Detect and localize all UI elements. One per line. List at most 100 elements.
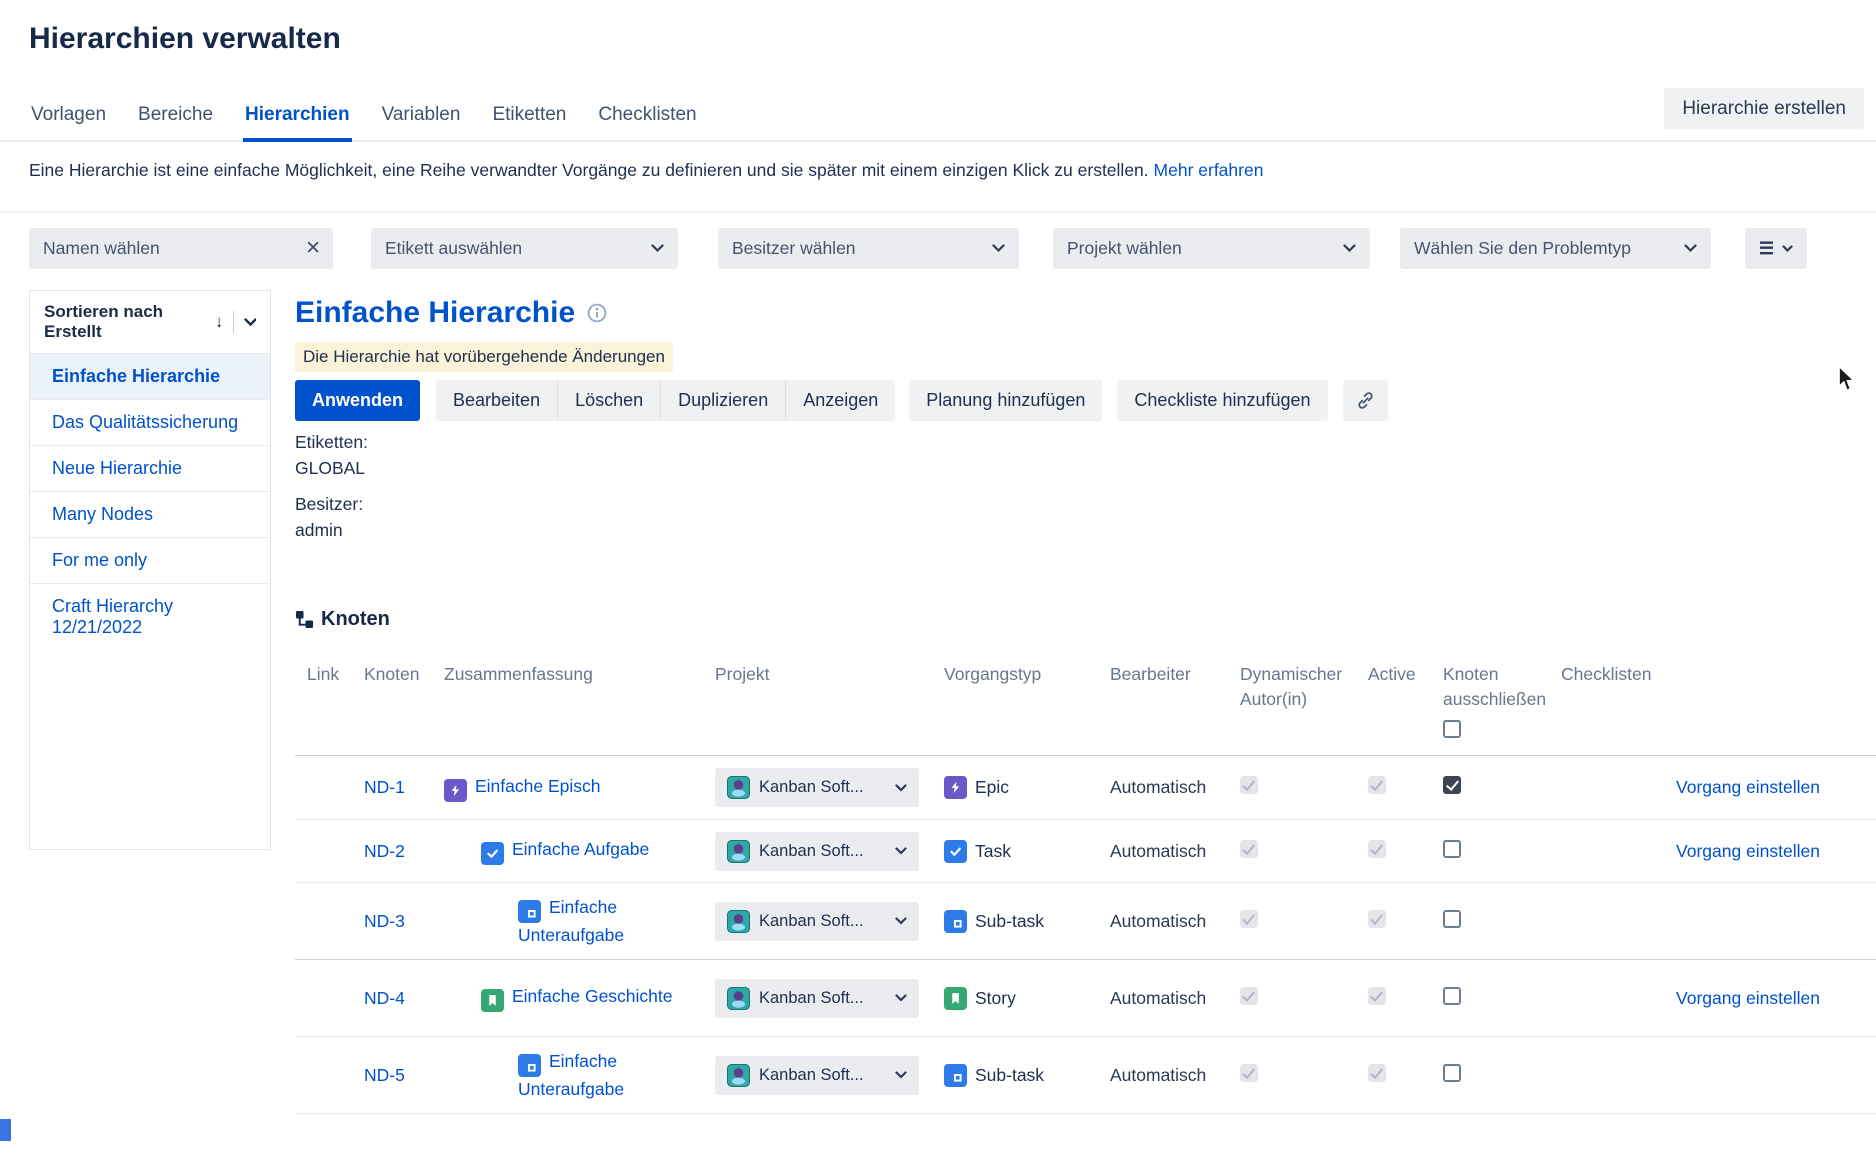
summary-link[interactable]: Einfache Aufgabe xyxy=(512,839,649,859)
chevron-down-icon xyxy=(1343,244,1356,253)
assignee-cell: Automatisch xyxy=(1110,1065,1240,1086)
subtask-icon xyxy=(523,905,536,918)
exclude-node-checkbox[interactable] xyxy=(1443,1064,1461,1082)
tab-bereiche[interactable]: Bereiche xyxy=(136,100,215,140)
subtask-icon xyxy=(523,1059,536,1072)
create-hierarchy-button[interactable]: Hierarchie erstellen xyxy=(1664,88,1864,129)
tab-checklisten[interactable]: Checklisten xyxy=(596,100,698,140)
tab-hierarchien[interactable]: Hierarchien xyxy=(243,100,352,140)
project-select[interactable]: Kanban Soft... xyxy=(715,902,919,941)
column-project: Projekt xyxy=(715,662,944,687)
info-icon[interactable] xyxy=(587,303,607,323)
summary-link[interactable]: Einfache Geschichte xyxy=(512,986,673,1006)
edit-button-group: Bearbeiten Löschen Duplizieren Anzeigen xyxy=(436,380,895,421)
sidebar-item-einfache-hierarchie[interactable]: Einfache Hierarchie xyxy=(30,353,270,399)
issuetype-filter-select[interactable]: Wählen Sie den Problemtyp xyxy=(1400,228,1711,269)
dynamic-author-checkbox xyxy=(1240,776,1258,794)
chevron-down-icon[interactable] xyxy=(244,318,256,327)
chevron-down-icon xyxy=(1684,244,1697,253)
node-key-link[interactable]: ND-3 xyxy=(364,911,405,931)
show-button[interactable]: Anzeigen xyxy=(785,380,895,421)
action-toolbar: Anwenden Bearbeiten Löschen Duplizieren … xyxy=(295,380,1388,421)
summary-cell: Einfache Geschichte xyxy=(444,984,715,1012)
learn-more-link[interactable]: Mehr erfahren xyxy=(1154,160,1264,180)
chevron-down-icon xyxy=(895,917,907,925)
set-issue-link[interactable]: Vorgang einstellen xyxy=(1676,841,1820,861)
sort-direction-icon[interactable]: ↓ xyxy=(215,312,224,332)
project-select[interactable]: Kanban Soft... xyxy=(715,832,919,871)
node-key-link[interactable]: ND-4 xyxy=(364,988,405,1008)
set-issue-link[interactable]: Vorgang einstellen xyxy=(1676,988,1820,1008)
sidebar-item-das-qualitaetssicherung[interactable]: Das Qualitätssicherung xyxy=(30,399,270,445)
view-options-button[interactable]: ☰ xyxy=(1745,228,1807,269)
issue-type-icon xyxy=(944,910,967,933)
sort-control[interactable]: Sortieren nach Erstellt ↓ xyxy=(30,291,270,353)
owner-filter-value: Besitzer wählen xyxy=(732,238,856,259)
summary-link[interactable]: Einfache Episch xyxy=(475,776,601,796)
copy-link-button[interactable] xyxy=(1343,380,1388,421)
exclude-node-checkbox[interactable] xyxy=(1443,776,1461,794)
tab-bar: Vorlagen Bereiche Hierarchien Variablen … xyxy=(0,100,1876,142)
name-filter-input[interactable] xyxy=(29,228,333,269)
story-icon xyxy=(486,994,499,1007)
apply-button[interactable]: Anwenden xyxy=(295,380,420,421)
node-key-link[interactable]: ND-1 xyxy=(364,777,405,797)
mouse-cursor xyxy=(1836,366,1858,392)
issue-type-icon xyxy=(518,900,541,923)
clear-icon[interactable]: ✕ xyxy=(305,237,321,260)
active-checkbox xyxy=(1368,840,1386,858)
set-issue-link[interactable]: Vorgang einstellen xyxy=(1676,777,1820,797)
subtask-icon xyxy=(949,915,962,928)
sidebar-item-neue-hierarchie[interactable]: Neue Hierarchie xyxy=(30,445,270,491)
project-select[interactable]: Kanban Soft... xyxy=(715,1056,919,1095)
project-filter-select[interactable]: Projekt wählen xyxy=(1053,228,1370,269)
owner-filter-select[interactable]: Besitzer wählen xyxy=(718,228,1019,269)
project-filter-value: Projekt wählen xyxy=(1067,238,1182,259)
tab-etiketten[interactable]: Etiketten xyxy=(490,100,568,140)
project-value: Kanban Soft... xyxy=(759,989,864,1008)
active-checkbox xyxy=(1368,1064,1386,1082)
story-icon xyxy=(949,992,962,1005)
column-checklists: Checklisten xyxy=(1561,662,1876,687)
exclude-node-checkbox[interactable] xyxy=(1443,987,1461,1005)
select-all-exclude-checkbox[interactable] xyxy=(1443,720,1461,738)
issue-type-cell: Sub-task xyxy=(944,1064,1110,1087)
label-filter-value: Etikett auswählen xyxy=(385,238,522,259)
dynamic-author-checkbox xyxy=(1240,987,1258,1005)
column-node: Knoten xyxy=(364,662,444,687)
issue-type-label: Task xyxy=(975,841,1011,862)
node-key-link[interactable]: ND-5 xyxy=(364,1065,405,1085)
column-link: Link xyxy=(295,662,364,687)
project-select[interactable]: Kanban Soft... xyxy=(715,979,919,1018)
task-icon xyxy=(486,847,499,860)
node-key-link[interactable]: ND-2 xyxy=(364,841,405,861)
project-avatar-icon xyxy=(727,987,750,1010)
label-filter-select[interactable]: Etikett auswählen xyxy=(371,228,678,269)
project-select[interactable]: Kanban Soft... xyxy=(715,768,919,807)
hierarchy-tree-icon xyxy=(295,610,314,629)
duplicate-button[interactable]: Duplizieren xyxy=(660,380,785,421)
delete-button[interactable]: Löschen xyxy=(557,380,660,421)
owner-title: Besitzer: xyxy=(295,494,368,515)
tab-variablen[interactable]: Variablen xyxy=(380,100,463,140)
exclude-node-checkbox[interactable] xyxy=(1443,910,1461,928)
sidebar-item-craft-hierarchy[interactable]: Craft Hierarchy 12/21/2022 xyxy=(30,583,270,650)
issue-type-icon xyxy=(481,989,504,1012)
add-planning-button[interactable]: Planung hinzufügen xyxy=(909,380,1102,421)
exclude-node-checkbox[interactable] xyxy=(1443,840,1461,858)
sidebar-item-many-nodes[interactable]: Many Nodes xyxy=(30,491,270,537)
column-issue-type: Vorgangstyp xyxy=(944,662,1110,687)
project-value: Kanban Soft... xyxy=(759,912,864,931)
tab-vorlagen[interactable]: Vorlagen xyxy=(29,100,108,140)
nodes-section-title: Knoten xyxy=(321,608,390,631)
sidebar-item-for-me-only[interactable]: For me only xyxy=(30,537,270,583)
hierarchy-list-panel: Sortieren nach Erstellt ↓ Einfache Hiera… xyxy=(29,290,271,850)
link-icon xyxy=(1355,390,1376,411)
issuetype-filter-value: Wählen Sie den Problemtyp xyxy=(1414,238,1631,259)
issue-type-cell: Epic xyxy=(944,776,1110,799)
pending-changes-notice: Die Hierarchie hat vorübergehende Änderu… xyxy=(295,342,673,372)
edit-button[interactable]: Bearbeiten xyxy=(436,380,557,421)
summary-cell: Einfache Episch xyxy=(444,774,715,802)
add-checklist-button[interactable]: Checkliste hinzufügen xyxy=(1117,380,1327,421)
chevron-down-icon xyxy=(895,1071,907,1079)
